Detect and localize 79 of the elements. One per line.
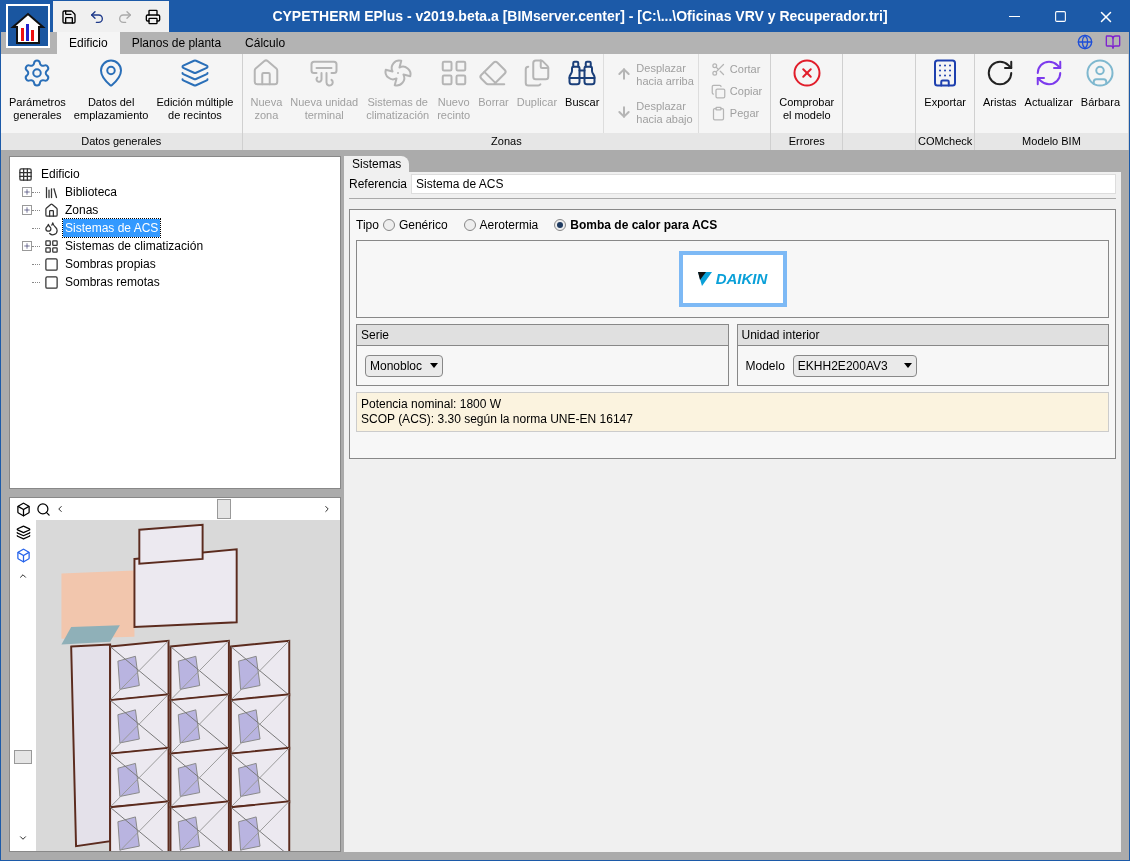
book-icon[interactable] [1105,34,1121,50]
reference-field[interactable]: Sistema de ACS [411,173,1116,194]
tree-node-icon [44,220,59,236]
radio-button[interactable] [554,219,567,231]
user-icon [1085,58,1116,88]
building-icon [18,166,33,182]
layers-icon[interactable] [15,525,31,540]
ribbon-button[interactable]: Comprobar el modelo [775,54,839,132]
ribbon-tab[interactable]: Edificio [57,32,120,54]
slider-thumb[interactable] [14,750,32,765]
tree-item[interactable]: Sombras propias [63,255,158,273]
info-text: SCOP (ACS): 3.30 según la norma UNE-EN 16147 [361,412,634,427]
tree-item[interactable]: Edificio [37,165,84,183]
expand-icon[interactable] [22,241,32,251]
clipboard-icon [710,105,726,121]
tree-item[interactable]: Biblioteca [63,183,120,201]
tree-item[interactable]: Zonas [63,201,101,219]
ribbon-button[interactable]: Datos del emplazamiento [69,54,153,132]
group-label: Zonas [242,133,771,150]
house-chart-icon [10,10,46,46]
scissors-icon [710,61,726,77]
app-logo[interactable] [6,4,50,48]
expand-icon[interactable] [22,205,32,215]
ribbon-button[interactable]: Actualizar [1020,54,1077,132]
window-title: CYPETHERM EPlus - v2019.beta.a [BIMserver.center] - [C:\...\Oficinas VRV y Recuperador.tri] [271,7,889,26]
section-header: Serie [357,325,728,346]
tree-item[interactable]: Sistemas de climatización [63,237,206,255]
eraser-icon [478,58,509,88]
globe-icon[interactable] [1077,34,1093,50]
group-label: Modelo BIM [974,133,1128,150]
ribbon-tab[interactable]: Cálculo [233,32,298,54]
minimize-icon [1008,16,1020,17]
radio-label[interactable]: Bomba de calor para ACS [570,216,718,234]
maximize-icon [1053,10,1067,23]
save-icon[interactable] [61,8,77,25]
radio-button[interactable] [463,219,476,231]
tree-node-icon [44,202,59,218]
copy-icon [710,83,726,99]
binoculars-icon [567,58,598,88]
layers-icon [179,58,210,88]
error-icon [791,58,822,88]
panel-tab[interactable]: Sistemas [344,156,410,172]
radio-button[interactable] [382,219,395,231]
section-header: Unidad interior [737,325,1108,346]
tree-node-icon [44,274,59,290]
group-label: Errores [771,133,843,150]
ribbon-button[interactable]: Buscar [561,54,604,132]
ribbon-button[interactable]: Exportar [920,54,970,132]
field-label: Modelo [745,357,785,375]
air-unit-icon [309,58,340,88]
tree-node-icon [44,238,59,254]
dropdown-arrow-icon [903,363,912,368]
brand-logo: DAIKIN [678,251,787,307]
slider-thumb[interactable] [217,499,232,519]
ribbon-button[interactable]: Aristas [978,54,1021,132]
field-label: Tipo [356,217,379,234]
group-label: Datos generales [1,133,242,150]
ribbon-tab[interactable]: Planos de planta [119,32,234,54]
zoom-icon[interactable] [36,501,51,517]
ribbon-button[interactable]: Edición múltiple de recintos [152,54,238,132]
tree-node-icon [44,184,59,200]
group-label: COMcheck [916,133,974,150]
cube-icon[interactable] [15,548,31,563]
logo-mark-icon [697,272,712,286]
info-text: Potencia nominal: 1800 W [361,397,503,412]
ribbon-button[interactable]: Bárbara [1076,54,1124,132]
series-dropdown[interactable]: Monobloc [365,354,444,377]
expand-icon[interactable] [22,187,32,197]
tree-node-icon [44,256,59,272]
fan-icon [382,58,413,88]
dropdown-arrow-icon [430,363,439,368]
tree-item[interactable]: Sombras remotas [63,273,162,291]
undo-icon[interactable] [89,8,105,25]
radio-label[interactable]: Aerotermia [479,216,539,234]
printer-icon[interactable] [145,8,161,25]
radio-label[interactable]: Genérico [398,216,448,234]
ribbon-button[interactable]: Parámetros generales [5,54,70,132]
model-dropdown[interactable]: EKHH2E200AV3 [792,354,917,377]
field-label: Referencia [349,175,408,193]
